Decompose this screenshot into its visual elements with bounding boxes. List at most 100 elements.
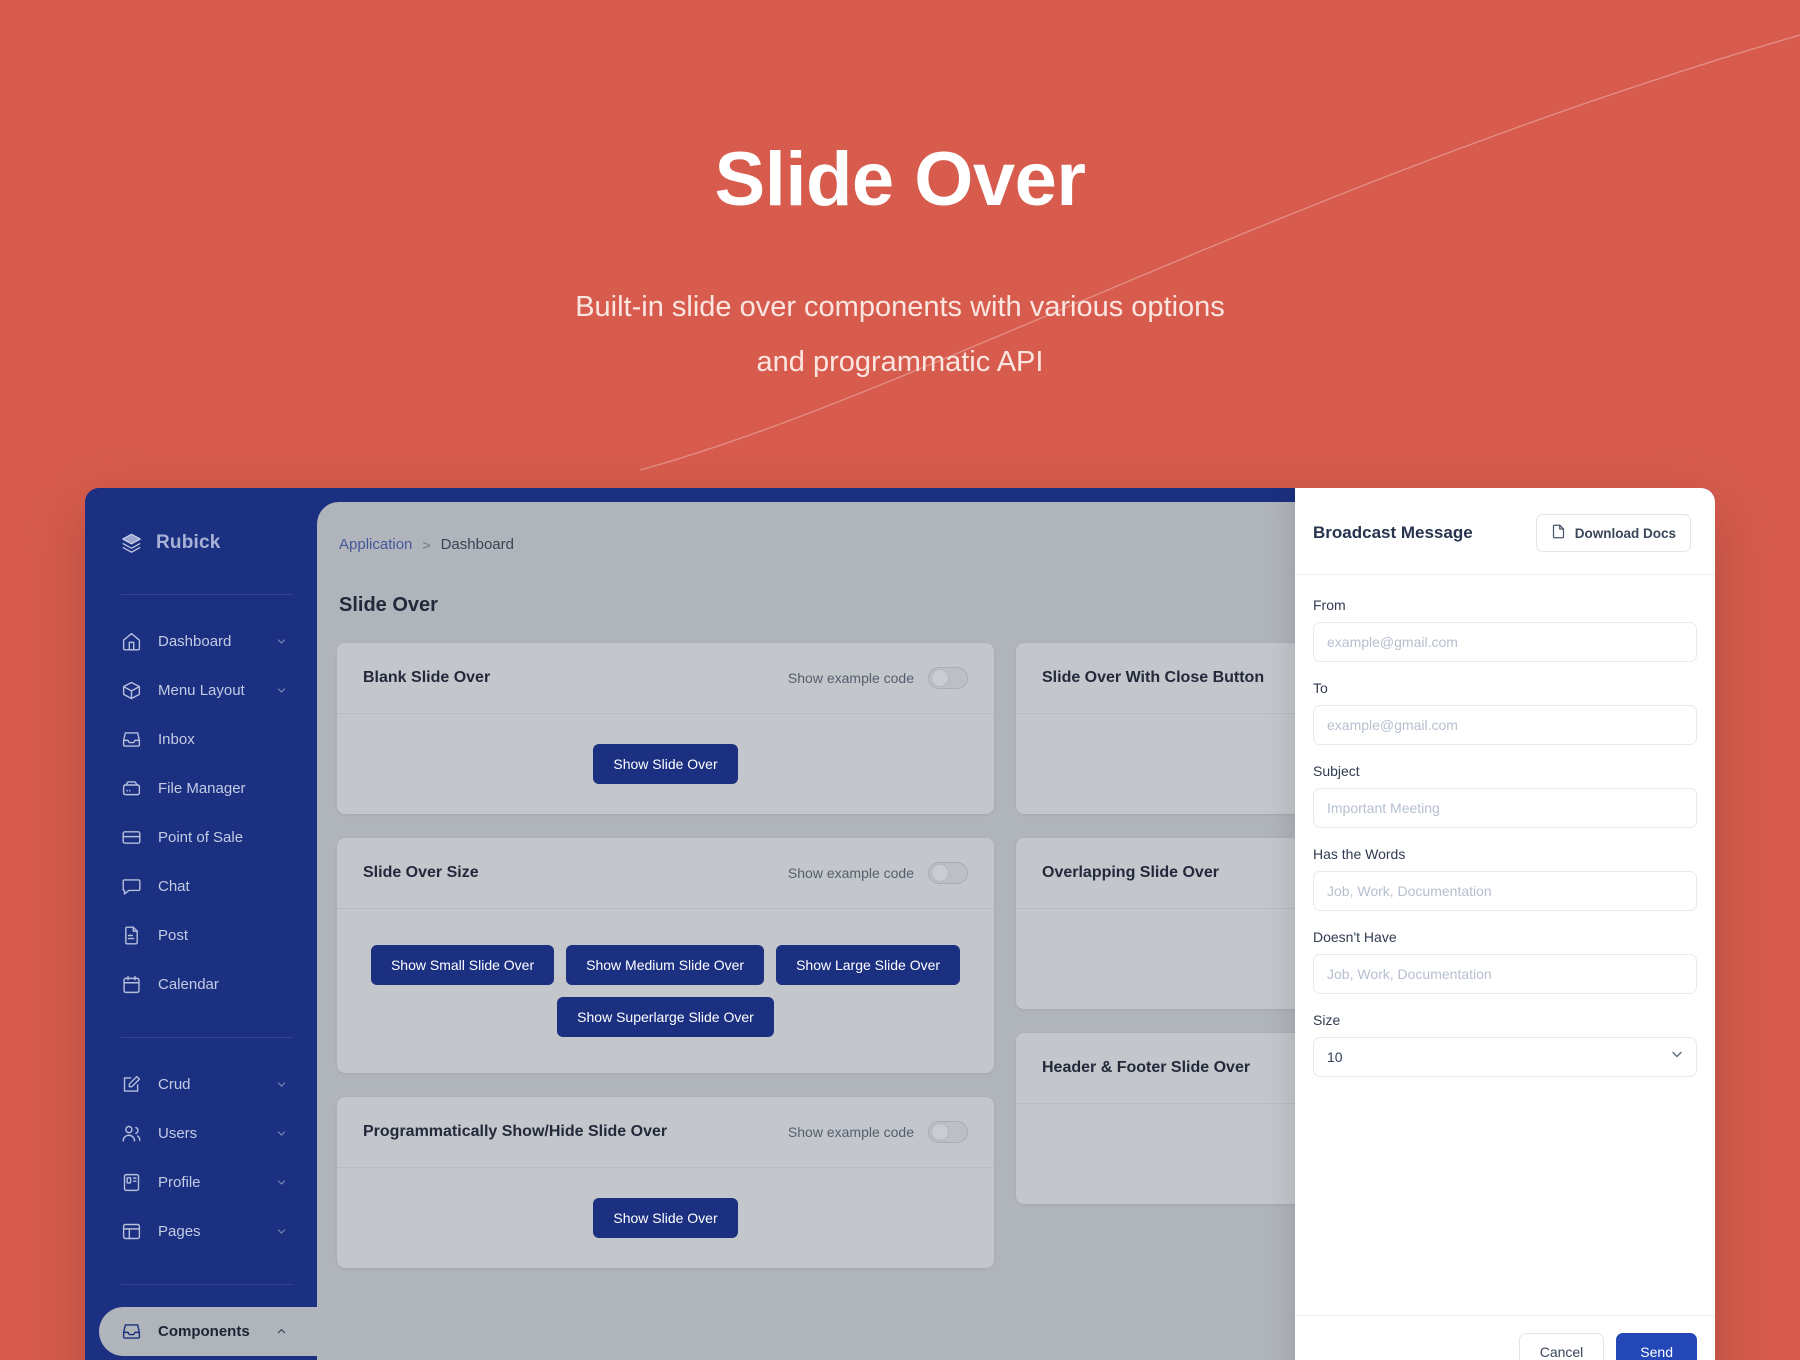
sidebar-item-label: Crud <box>158 1076 191 1093</box>
hero-subtitle: Built-in slide over components with vari… <box>0 280 1800 390</box>
sidebar-item-post[interactable]: Post <box>85 911 317 960</box>
card-title: Header & Footer Slide Over <box>1042 1059 1251 1076</box>
sidebar-item-label: Chat <box>158 878 190 895</box>
home-icon <box>121 631 142 652</box>
sidebar-item-label: Inbox <box>158 731 195 748</box>
chevron-down-icon <box>274 683 289 698</box>
subject-input[interactable] <box>1313 788 1697 828</box>
has-the-words-label: Has the Words <box>1313 846 1406 862</box>
breadcrumb-link-application[interactable]: Application <box>339 536 412 553</box>
show-example-code-toggle[interactable] <box>928 667 968 689</box>
show-slide-over-button[interactable]: Show Slide Over <box>593 1198 738 1238</box>
card-header: Programmatically Show/Hide Slide Over Sho… <box>337 1097 994 1168</box>
card-title: Programmatically Show/Hide Slide Over <box>363 1123 668 1140</box>
card-header-controls: Show example code <box>788 667 968 689</box>
card: Blank Slide Over Show example code Show Sl… <box>337 643 994 814</box>
cancel-button[interactable]: Cancel <box>1518 1333 1605 1360</box>
sidebar: Rubick Dashboard Menu Layout Inbox File Man… <box>85 488 317 1360</box>
hero-subtitle-line1: Built-in slide over components with vari… <box>575 290 1225 323</box>
sidebar-nav-group-2: Crud Users Profile Pages <box>85 1060 317 1256</box>
show-slide-over-button[interactable]: Show Medium Slide Over <box>566 945 765 985</box>
show-slide-over-button[interactable]: Show Slide Over <box>593 744 738 784</box>
to-label: To <box>1313 680 1328 696</box>
form-field: Size 102550100 <box>1313 1012 1697 1077</box>
doesn-t-have-input[interactable] <box>1313 954 1697 994</box>
sidebar-item-users[interactable]: Users <box>85 1109 317 1158</box>
sidebar-item-components[interactable]: Components <box>99 1307 317 1356</box>
chevron-down-icon <box>274 1126 289 1141</box>
app-window-preview: Rubick Dashboard Menu Layout Inbox File Man… <box>85 488 1715 1360</box>
chevron-down-icon <box>274 1077 289 1092</box>
form-field: To <box>1313 680 1697 745</box>
sidebar-item-calendar[interactable]: Calendar <box>85 960 317 1009</box>
card: Programmatically Show/Hide Slide Over Sho… <box>337 1097 994 1268</box>
page-title: Slide Over <box>714 137 1086 222</box>
show-slide-over-button[interactable]: Show Superlarge Slide Over <box>557 997 774 1037</box>
download-docs-button[interactable]: Download Docs <box>1535 514 1691 552</box>
sidebar-item-table[interactable]: Table <box>85 1356 317 1360</box>
from-label: From <box>1313 597 1346 613</box>
cards-column-left: Blank Slide Over Show example code Show Sl… <box>337 643 994 1268</box>
sidebar-item-crud[interactable]: Crud <box>85 1060 317 1109</box>
show-example-code-toggle[interactable] <box>928 1121 968 1143</box>
show-example-code-label: Show example code <box>787 865 914 881</box>
file-icon <box>1551 524 1566 542</box>
card-title: Overlapping Slide Over <box>1042 864 1219 881</box>
file-text-icon <box>121 925 142 946</box>
show-slide-over-button[interactable]: Show Small Slide Over <box>370 945 555 985</box>
sidebar-item-profile[interactable]: Profile <box>85 1158 317 1207</box>
toggle-knob <box>931 669 949 687</box>
brand[interactable]: Rubick <box>85 520 317 566</box>
card-body: Show Slide Over <box>337 714 994 814</box>
message-icon <box>121 876 142 897</box>
from-input[interactable] <box>1313 622 1697 662</box>
sidebar-nav-group-3: Components Table <box>85 1307 317 1360</box>
card: Slide Over Size Show example code Show Sma… <box>337 838 994 1073</box>
show-example-code-toggle[interactable] <box>928 862 968 884</box>
slide-over-panel: Broadcast Message Download Docs From To Su… <box>1295 488 1715 1360</box>
slide-over-footer: Cancel Send <box>1295 1315 1715 1360</box>
sidebar-item-file-manager[interactable]: File Manager <box>85 764 317 813</box>
form-field: Subject <box>1313 763 1697 828</box>
card-title: Slide Over With Close Button <box>1042 669 1265 686</box>
sidebar-item-label: Menu Layout <box>158 682 245 699</box>
doesn-t-have-label: Doesn't Have <box>1313 929 1397 945</box>
sidebar-item-chat[interactable]: Chat <box>85 862 317 911</box>
sidebar-item-pages[interactable]: Pages <box>85 1207 317 1256</box>
slide-over-header: Broadcast Message Download Docs <box>1295 488 1715 575</box>
edit-icon <box>121 1074 142 1095</box>
card-title: Slide Over Size <box>363 864 479 881</box>
card-header: Blank Slide Over Show example code <box>337 643 994 714</box>
chevron-down-icon <box>274 634 289 649</box>
sidebar-nav-group-1: Dashboard Menu Layout Inbox File Manager Poi… <box>85 617 317 1009</box>
sidebar-item-point-of-sale[interactable]: Point of Sale <box>85 813 317 862</box>
sidebar-item-menu-layout[interactable]: Menu Layout <box>85 666 317 715</box>
sidebar-divider-2 <box>121 1037 293 1038</box>
form-field: Has the Words <box>1313 846 1697 911</box>
sidebar-item-dashboard[interactable]: Dashboard <box>85 617 317 666</box>
inbox-icon <box>121 1321 142 1342</box>
form-field: From <box>1313 597 1697 662</box>
sidebar-item-label: Calendar <box>158 976 219 993</box>
slide-over-form: From To Subject Has the Words Doesn't Have Si… <box>1295 575 1715 1315</box>
slide-over-title: Broadcast Message <box>1313 523 1473 542</box>
has-the-words-input[interactable] <box>1313 871 1697 911</box>
layers-icon <box>121 533 142 554</box>
sidebar-item-label: Profile <box>158 1174 201 1191</box>
breadcrumb-separator-icon: > <box>422 536 431 553</box>
chevron-down-icon <box>274 1224 289 1239</box>
credit-card-icon <box>121 827 142 848</box>
layout-icon <box>121 1221 142 1242</box>
sidebar-item-label: File Manager <box>158 780 246 797</box>
sidebar-item-inbox[interactable]: Inbox <box>85 715 317 764</box>
to-input[interactable] <box>1313 705 1697 745</box>
show-example-code-label: Show example code <box>787 1124 914 1140</box>
sidebar-item-label: Pages <box>158 1223 201 1240</box>
show-slide-over-button[interactable]: Show Large Slide Over <box>776 945 961 985</box>
sidebar-item-label: Components <box>158 1323 250 1340</box>
hard-drive-icon <box>121 778 142 799</box>
send-button[interactable]: Send <box>1616 1333 1697 1360</box>
size-select[interactable]: 102550100 <box>1313 1037 1697 1077</box>
toggle-knob <box>931 864 949 882</box>
id-card-icon <box>121 1172 142 1193</box>
